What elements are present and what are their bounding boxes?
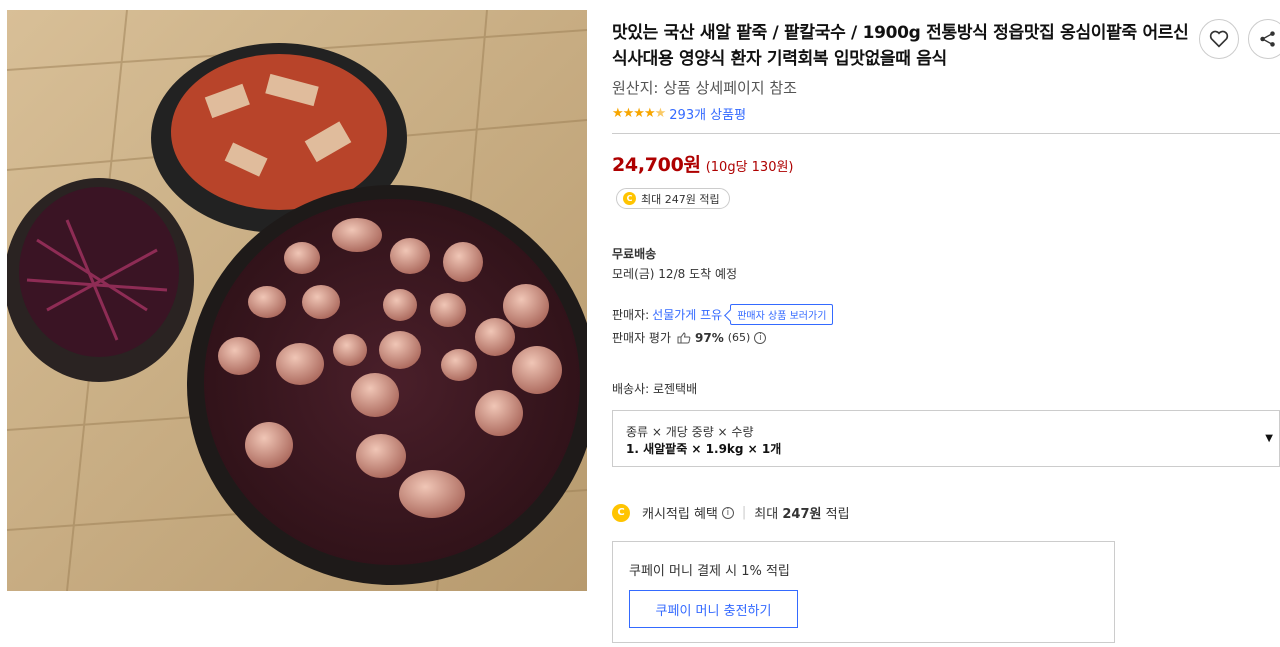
product-photo [7,10,587,591]
product-title: 맛있는 국산 새알 팥죽 / 팥칼국수 / 1900g 전통방식 정읍맛집 옹심… [612,23,1189,69]
seller-eval-label: 판매자 평가 [612,331,672,345]
seller-eval-percent: 97% [695,330,724,345]
cash-max-prefix: 최대 [754,507,779,522]
rating-stars: ★★★★★ [612,106,666,121]
price-amount: 24,700원 [612,154,701,176]
cash-benefit-label: 캐시적립 혜택 [642,507,718,522]
divider [612,133,1280,134]
review-count-link[interactable]: 293개 상품평 [669,104,746,123]
chevron-down-icon: ▼ [1265,433,1273,444]
share-icon [1260,31,1275,47]
cash-max-text: 최대 247원 적립 [754,503,849,522]
coupay-text: 쿠페이 머니 결제 시 1% 적립 [629,564,790,579]
cash-benefit-row: C 캐시적립 혜택 i | 최대 247원 적립 [612,503,850,522]
seller-label: 판매자: [612,308,650,322]
free-shipping-label: 무료배송 [612,247,657,261]
option-selected: 1. 새알팥죽 × 1.9kg × 1개 [626,442,782,456]
product-info-panel: 맛있는 국산 새알 팥죽 / 팥칼국수 / 1900g 전통방식 정읍맛집 옹심… [612,0,1280,647]
seller-row: 판매자: 선물가게 프유 판매자 상품 보러가기 [612,304,834,325]
wishlist-button[interactable] [1199,19,1239,59]
coin-icon: C [612,503,630,522]
rating-row[interactable]: ★★★★★ 293개 상품평 [612,104,746,123]
cash-max-suffix: 적립 [825,507,850,522]
heart-icon [1209,30,1229,48]
option-header: 종류 × 개당 중량 × 수량 [626,425,754,439]
info-icon[interactable]: i [721,506,734,519]
reward-text: 최대 247원 적립 [641,192,720,206]
seller-name-link[interactable]: 선물가게 프유 [652,306,722,323]
coupay-box: 쿠페이 머니 결제 시 1% 적립 쿠페이 머니 충전하기 [612,541,1115,643]
seller-eval-count: (65) [727,331,751,344]
info-icon[interactable]: i [754,331,767,344]
origin-info: 원산지: 상품 상세페이지 참조 [612,79,797,97]
coupay-charge-button[interactable]: 쿠페이 머니 충전하기 [629,590,798,628]
cash-max-amount: 247원 [782,507,822,522]
separator: | [741,505,747,520]
arrival-date: 모레(금) 12/8 도착 예정 [612,267,738,281]
price-row: 24,700원 (10g당 130원) [612,150,794,177]
seller-eval-row: 판매자 평가 97% (65) i [612,329,767,346]
coin-icon: C [623,192,636,205]
option-select[interactable]: 종류 × 개당 중량 × 수량 1. 새알팥죽 × 1.9kg × 1개 ▼ [612,410,1280,467]
carrier-info: 배송사: 로젠택배 [612,382,698,396]
share-button[interactable] [1248,19,1280,59]
reward-badge: C 최대 247원 적립 [616,188,730,209]
thumbs-up-icon [677,331,691,343]
unit-price: (10g당 130원) [705,160,794,175]
seller-products-link[interactable]: 판매자 상품 보러가기 [730,304,834,325]
product-image[interactable] [7,10,587,591]
